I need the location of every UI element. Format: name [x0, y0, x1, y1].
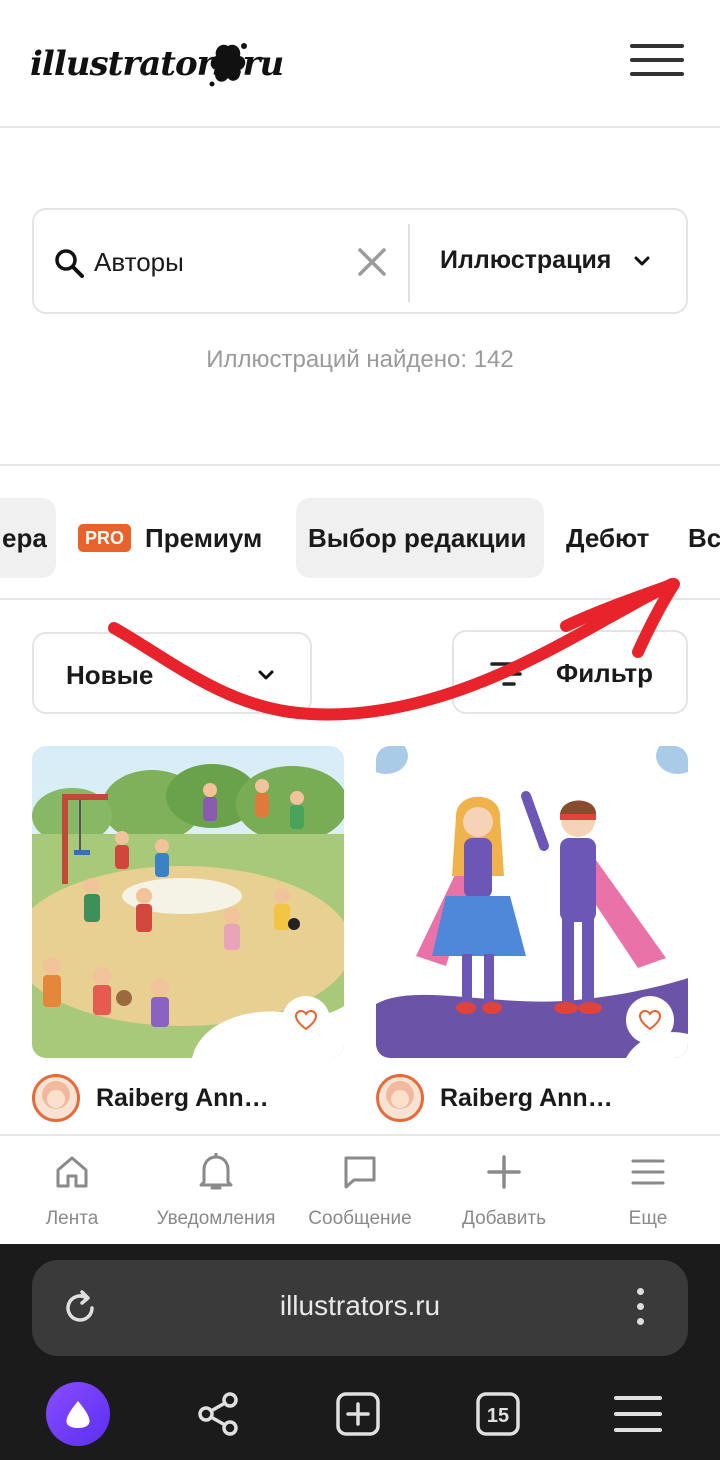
author-name[interactable]: Raiberg Ann…: [440, 1084, 613, 1113]
nav-label: Добавить: [462, 1208, 546, 1229]
browser-menu-icon[interactable]: [606, 1382, 670, 1446]
new-tab-icon[interactable]: [326, 1382, 390, 1446]
hamburger-icon[interactable]: [630, 44, 684, 84]
tab-count: 15: [487, 1405, 509, 1427]
search-divider: [408, 224, 410, 302]
site-logo[interactable]: illustrators.ru: [30, 36, 284, 96]
ink-blot-icon: [209, 43, 247, 87]
nav-item-feed[interactable]: Лента: [0, 1150, 144, 1240]
tab-premium[interactable]: PRO Премиум: [78, 498, 262, 578]
search-box: Иллюстрация: [32, 208, 688, 314]
message-icon: [288, 1150, 432, 1194]
category-tabs: ера PRO Премиум Выбор редакции Дебют Вс: [0, 464, 720, 600]
close-icon[interactable]: [356, 246, 388, 278]
share-icon[interactable]: [186, 1382, 250, 1446]
author-row[interactable]: Raiberg Ann…: [32, 1074, 344, 1124]
nav-label: Лента: [45, 1208, 99, 1229]
chevron-down-icon: [258, 670, 274, 680]
avatar[interactable]: [376, 1074, 424, 1122]
assistant-icon[interactable]: [46, 1382, 110, 1446]
tab-editors-choice[interactable]: Выбор редакции: [296, 498, 544, 578]
tab-debut[interactable]: Дебют: [566, 498, 649, 578]
author-name[interactable]: Raiberg Ann…: [96, 1084, 269, 1113]
filter-button[interactable]: Фильтр: [452, 630, 688, 714]
nav-item-add[interactable]: Добавить: [432, 1150, 576, 1240]
results-count: Иллюстраций найдено: 142: [206, 346, 514, 373]
home-icon: [0, 1150, 144, 1194]
site-header: illustrators.ru: [0, 0, 720, 128]
url-text[interactable]: illustrators.ru: [32, 1290, 688, 1322]
tab-all-partial[interactable]: Вс: [688, 498, 720, 578]
filter-icon: [490, 662, 528, 686]
nav-label: Уведомления: [156, 1208, 276, 1229]
tab-partial-left[interactable]: ера: [0, 498, 56, 578]
nav-item-messages[interactable]: Сообщение: [288, 1150, 432, 1240]
tabs-counter-icon[interactable]: 15: [466, 1382, 530, 1446]
heart-outline-icon[interactable]: [282, 996, 330, 1044]
search-input[interactable]: [94, 240, 354, 284]
pro-badge: PRO: [78, 524, 132, 552]
illustration-image[interactable]: [32, 746, 344, 1058]
bottom-nav: Лента Уведомления Сообщение Добавить Еще: [0, 1134, 720, 1244]
avatar[interactable]: [32, 1074, 80, 1122]
browser-toolbar: illustrators.ru 15: [0, 1244, 720, 1460]
tab-premium-label: Премиум: [145, 523, 263, 553]
nav-label: Сообщение: [308, 1208, 412, 1229]
illustration-card[interactable]: Raiberg Ann…: [376, 746, 688, 1122]
address-bar[interactable]: illustrators.ru: [32, 1260, 688, 1356]
nav-label: Еще: [628, 1208, 668, 1229]
type-select[interactable]: Иллюстрация: [426, 234, 676, 290]
type-select-label: Иллюстрация: [440, 246, 612, 274]
nav-item-more[interactable]: Еще: [576, 1150, 720, 1240]
author-row[interactable]: Raiberg Ann…: [376, 1074, 688, 1124]
more-vertical-icon[interactable]: [630, 1288, 650, 1332]
menu-icon: [576, 1150, 720, 1194]
illustration-card[interactable]: Raiberg Ann…: [32, 746, 344, 1122]
illustration-image[interactable]: [376, 746, 688, 1058]
filter-label: Фильтр: [556, 658, 654, 688]
search-icon: [55, 249, 84, 278]
nav-item-notifications[interactable]: Уведомления: [144, 1150, 288, 1240]
sort-select[interactable]: Новые: [32, 632, 312, 714]
sort-label: Новые: [66, 660, 154, 690]
plus-icon: [432, 1150, 576, 1194]
bell-icon: [144, 1150, 288, 1194]
chevron-down-icon: [634, 256, 650, 266]
heart-outline-icon[interactable]: [626, 996, 674, 1044]
